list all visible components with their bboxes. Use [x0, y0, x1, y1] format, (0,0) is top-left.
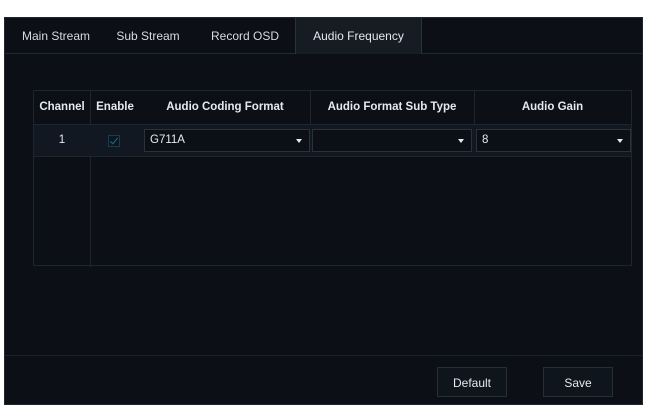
audio-gain-select[interactable]: 8: [476, 129, 631, 152]
table-row: 1 G711A 8: [34, 124, 631, 157]
audio-table: Channel Enable Audio Coding Format Audio…: [33, 90, 632, 267]
default-button[interactable]: Default: [437, 367, 507, 397]
footer-divider: [5, 355, 642, 356]
tab-sub-stream[interactable]: Sub Stream: [107, 18, 189, 54]
enable-checkbox[interactable]: [108, 135, 120, 147]
chevron-down-icon: [458, 139, 464, 143]
header-channel: Channel: [39, 101, 85, 113]
audio-coding-format-value: G711A: [150, 134, 185, 146]
header-audio-format-sub-type: Audio Format Sub Type: [327, 101, 457, 113]
tab-bar: Main Stream Sub Stream Record OSD Audio …: [5, 18, 642, 54]
audio-gain-value: 8: [482, 134, 489, 146]
tab-record-osd[interactable]: Record OSD: [195, 18, 295, 54]
checkmark-icon: [109, 135, 119, 145]
tab-main-stream[interactable]: Main Stream: [5, 18, 107, 54]
audio-format-sub-type-select[interactable]: [312, 129, 472, 152]
tab-audio-frequency[interactable]: Audio Frequency: [295, 18, 422, 54]
chevron-down-icon: [296, 139, 302, 143]
channel-number: 1: [58, 134, 66, 146]
save-button[interactable]: Save: [543, 367, 613, 397]
audio-coding-format-select[interactable]: G711A: [144, 129, 310, 152]
chevron-down-icon: [617, 139, 623, 143]
header-audio-gain: Audio Gain: [521, 101, 584, 113]
header-enable: Enable: [96, 101, 134, 113]
audio-settings-panel: Main Stream Sub Stream Record OSD Audio …: [4, 17, 643, 405]
header-audio-coding-format: Audio Coding Format: [166, 101, 284, 113]
